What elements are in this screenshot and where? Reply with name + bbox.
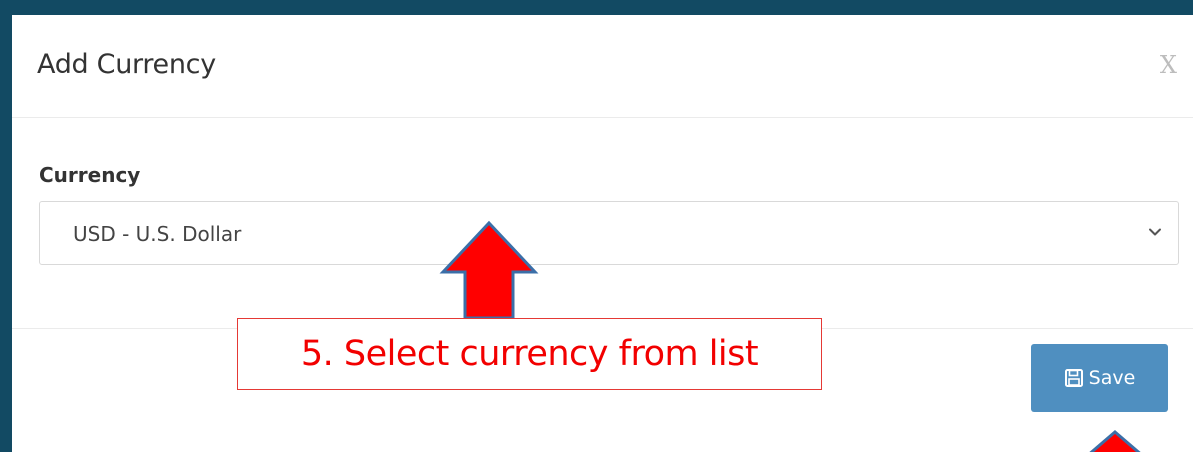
dialog-header: Add Currency X bbox=[12, 15, 1193, 118]
floppy-disk-icon bbox=[1064, 369, 1083, 387]
currency-label: Currency bbox=[39, 163, 141, 187]
annotation-callout: 5. Select currency from list bbox=[237, 318, 822, 390]
dialog-body: Currency USD - U.S. Dollar bbox=[12, 118, 1193, 329]
currency-selected-value: USD - U.S. Dollar bbox=[73, 222, 242, 246]
currency-select[interactable]: USD - U.S. Dollar bbox=[39, 201, 1179, 265]
annotation-text: 5. Select currency from list bbox=[300, 334, 759, 374]
dialog-title: Add Currency bbox=[37, 49, 216, 80]
save-label: Save bbox=[1088, 367, 1136, 389]
chevron-down-icon bbox=[1149, 228, 1161, 236]
close-button[interactable]: X bbox=[1160, 51, 1177, 79]
save-button[interactable]: Save bbox=[1031, 344, 1168, 412]
